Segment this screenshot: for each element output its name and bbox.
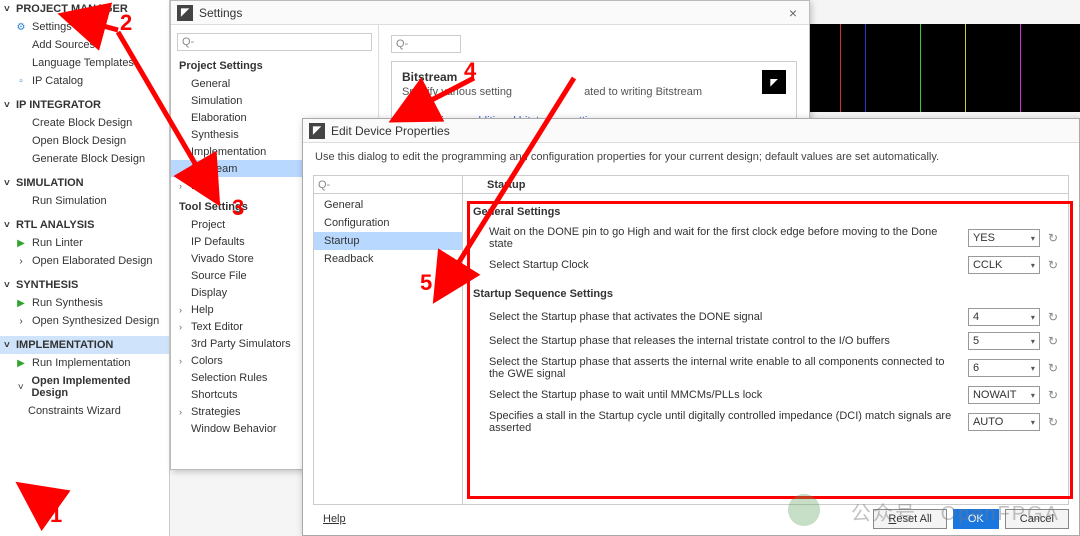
nav-add-sources[interactable]: Add Sources [0,36,169,54]
play-icon: ▶ [14,297,28,309]
nav-open-elaborated-design[interactable]: ›Open Elaborated Design [0,252,169,270]
chevron-down-icon: ▾ [1031,234,1035,243]
props-description: Use this dialog to edit the programming … [303,143,1079,175]
amd-logo-icon: ◤ [762,70,786,94]
section-ip-integrator[interactable]: ˅IP INTEGRATOR [0,96,169,114]
nav-open-implemented-design[interactable]: ˅Open Implemented Design [0,372,169,402]
section-project-manager[interactable]: ˅PROJECT MANAGER [0,0,169,18]
reload-icon[interactable]: ↻ [1048,361,1058,375]
nav-generate-block-design[interactable]: Generate Block Design [0,150,169,168]
dropdown-done-phase[interactable]: 4▾ [968,308,1040,326]
nav-open-synthesized-design[interactable]: ›Open Synthesized Design [0,312,169,330]
close-icon[interactable]: × [783,3,803,23]
app-icon: ◤ [309,123,325,139]
reset-all-button[interactable]: Reset All [873,509,946,529]
ok-button[interactable]: OK [953,509,999,529]
gear-icon: ⚙ [14,21,28,33]
group-general-settings: General Settings [473,206,1058,218]
dropdown-mmcm-phase[interactable]: NOWAIT▾ [968,386,1040,404]
chevron-right-icon: › [14,315,28,327]
row-wait-done: Wait on the DONE pin to go High and wait… [489,226,1058,250]
chevron-right-icon: › [179,181,189,191]
chevron-down-icon: ▾ [1031,313,1035,322]
dropdown-dci-phase[interactable]: AUTO▾ [968,413,1040,431]
nav-open-block-design[interactable]: Open Block Design [0,132,169,150]
nav-run-linter[interactable]: ▶Run Linter [0,234,169,252]
section-simulation[interactable]: ˅SIMULATION [0,174,169,192]
props-titlebar: ◤ Edit Device Properties [303,119,1079,143]
reload-icon[interactable]: ↻ [1048,310,1058,324]
nav-run-simulation[interactable]: Run Simulation [0,192,169,210]
tree-general[interactable]: General [171,75,378,92]
props-tree-general[interactable]: General [314,196,462,214]
waveform-background [810,24,1080,112]
play-icon: ▶ [14,237,28,249]
tree-simulation[interactable]: Simulation [171,92,378,109]
help-button[interactable]: Help [313,510,356,528]
reload-icon[interactable]: ↻ [1048,231,1058,245]
row-gwe-phase: Select the Startup phase that asserts th… [489,356,1058,380]
nav-ip-catalog[interactable]: ▫IP Catalog [0,72,169,90]
dropdown-startup-clock[interactable]: CCLK▾ [968,256,1040,274]
project-settings-header: Project Settings [171,57,378,75]
nav-constraints-wizard[interactable]: Constraints Wizard [0,402,169,420]
props-tree-startup[interactable]: Startup [314,232,462,250]
chevron-right-icon: › [179,322,189,332]
chevron-down-icon: ▾ [1031,364,1035,373]
reload-icon[interactable]: ↻ [1048,258,1058,272]
settings-search[interactable]: Q- [177,33,372,51]
props-right-title: Startup [463,176,1068,194]
reload-icon[interactable]: ↻ [1048,415,1058,429]
play-icon: ▶ [14,357,28,369]
ip-icon: ▫ [14,75,28,87]
dropdown-tristate-phase[interactable]: 5▾ [968,332,1040,350]
app-icon: ◤ [177,5,193,21]
props-tree: Q- General Configuration Startup Readbac… [313,175,463,505]
dropdown-gwe-phase[interactable]: 6▾ [968,359,1040,377]
chevron-down-icon: ▾ [1031,391,1035,400]
nav-run-synthesis[interactable]: ▶Run Synthesis [0,294,169,312]
group-startup-sequence: Startup Sequence Settings [473,288,1058,300]
reload-icon[interactable]: ↻ [1048,334,1058,348]
props-right-panel: Startup General Settings Wait on the DON… [463,175,1069,505]
nav-create-block-design[interactable]: Create Block Design [0,114,169,132]
props-title: Edit Device Properties [331,124,1073,138]
props-tree-readback[interactable]: Readback [314,250,462,268]
section-synthesis[interactable]: ˅SYNTHESIS [0,276,169,294]
props-tree-configuration[interactable]: Configuration [314,214,462,232]
chevron-right-icon: › [179,356,189,366]
row-tristate-phase: Select the Startup phase that releases t… [489,332,1058,350]
chevron-down-icon: ˅ [14,381,27,393]
dropdown-wait-done[interactable]: YES▾ [968,229,1040,247]
section-implementation[interactable]: ˅IMPLEMENTATION [0,336,169,354]
row-mmcm-phase: Select the Startup phase to wait until M… [489,386,1058,404]
panel-desc: Specify various settingated to writing B… [402,86,786,98]
cancel-button[interactable]: Cancel [1005,509,1069,529]
project-navigator: ˅PROJECT MANAGER ⚙Settings Add Sources L… [0,0,170,536]
chevron-down-icon: ▾ [1031,337,1035,346]
nav-language-templates[interactable]: Language Templates [0,54,169,72]
row-startup-clock: Select Startup Clock CCLK▾ ↻ [489,256,1058,274]
chevron-down-icon: ▾ [1031,418,1035,427]
settings-title: Settings [199,6,783,20]
settings-titlebar: ◤ Settings × [171,1,809,25]
nav-settings[interactable]: ⚙Settings [0,18,169,36]
props-search[interactable]: Q- [314,176,462,194]
chevron-right-icon: › [179,407,189,417]
edit-device-properties-window: ◤ Edit Device Properties Use this dialog… [302,118,1080,536]
row-dci-phase: Specifies a stall in the Startup cycle u… [489,410,1058,434]
panel-title: Bitstream [402,70,786,84]
props-buttons: Help Reset All OK Cancel [313,509,1069,529]
row-done-phase: Select the Startup phase that activates … [489,308,1058,326]
section-rtl-analysis[interactable]: ˅RTL ANALYSIS [0,216,169,234]
reload-icon[interactable]: ↻ [1048,388,1058,402]
nav-run-implementation[interactable]: ▶Run Implementation [0,354,169,372]
chevron-right-icon: › [179,305,189,315]
content-search[interactable]: Q- [391,35,461,53]
chevron-right-icon: › [14,255,28,267]
chevron-down-icon: ▾ [1031,261,1035,270]
